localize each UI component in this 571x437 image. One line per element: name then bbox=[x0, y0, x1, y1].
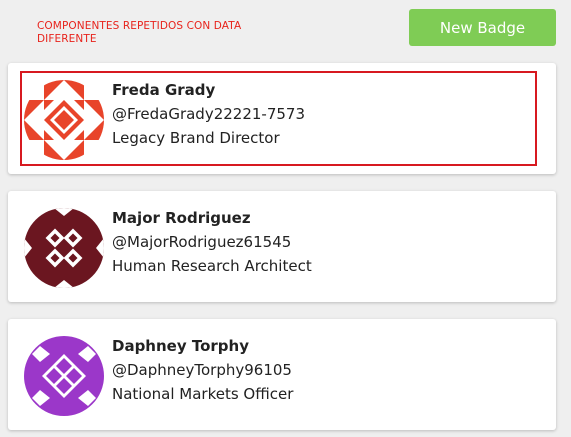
user-title: National Markets Officer bbox=[112, 385, 294, 403]
card-info: Major Rodriguez @MajorRodriguez61545 Hum… bbox=[112, 208, 312, 280]
badge-card[interactable]: Freda Grady @FredaGrady22221-7573 Legacy… bbox=[8, 63, 556, 174]
card-info: Daphney Torphy @DaphneyTorphy96105 Natio… bbox=[112, 336, 293, 408]
user-title: Legacy Brand Director bbox=[112, 129, 280, 147]
identicon-avatar bbox=[24, 208, 104, 288]
card-info: Freda Grady @FredaGrady22221-7573 Legacy… bbox=[112, 80, 305, 152]
identicon-avatar bbox=[24, 80, 104, 160]
new-badge-button[interactable]: New Badge bbox=[409, 9, 556, 46]
user-handle: @FredaGrady22221-7573 bbox=[112, 105, 306, 123]
identicon-avatar bbox=[24, 336, 104, 416]
user-handle: @DaphneyTorphy96105 bbox=[112, 361, 292, 379]
user-name: Freda Grady bbox=[112, 81, 216, 99]
user-name: Major Rodriguez bbox=[112, 209, 251, 227]
badge-list-page: COMPONENTES REPETIDOS CON DATA DIFERENTE… bbox=[0, 0, 571, 437]
badge-card[interactable]: Major Rodriguez @MajorRodriguez61545 Hum… bbox=[8, 191, 556, 302]
user-title: Human Research Architect bbox=[112, 257, 312, 275]
user-name: Daphney Torphy bbox=[112, 337, 249, 355]
annotation-note: COMPONENTES REPETIDOS CON DATA DIFERENTE bbox=[37, 20, 242, 45]
badge-card[interactable]: Daphney Torphy @DaphneyTorphy96105 Natio… bbox=[8, 319, 556, 430]
user-handle: @MajorRodriguez61545 bbox=[112, 233, 292, 251]
